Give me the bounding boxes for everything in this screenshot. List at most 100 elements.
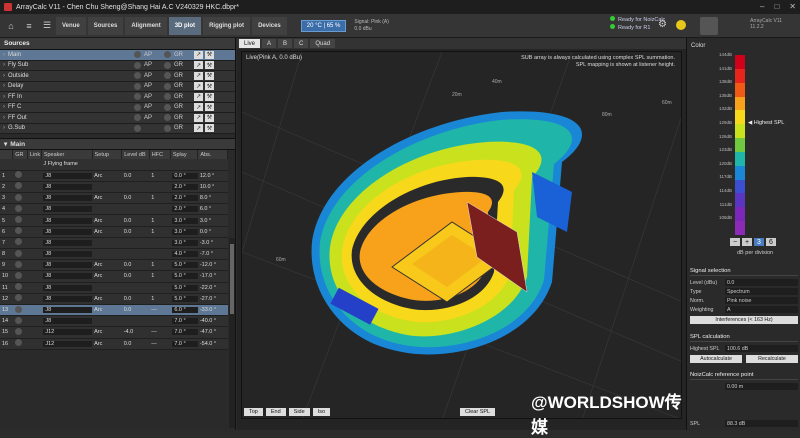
level-cell[interactable]: 0.0 <box>121 270 150 283</box>
temperature-field[interactable]: 20 °C | 65 % <box>300 19 347 32</box>
link-toggle[interactable] <box>27 248 42 261</box>
mute-toggle[interactable] <box>134 51 141 59</box>
group-toggle[interactable] <box>164 82 171 90</box>
group-toggle[interactable] <box>164 114 171 122</box>
table-row[interactable]: 10 J8 Arc 0.0 1 5.0 ° -17.0 ° <box>0 270 228 283</box>
level-cell[interactable] <box>121 248 150 261</box>
hfc-cell[interactable]: — <box>149 304 171 317</box>
mute-toggle[interactable] <box>134 72 141 80</box>
table-row[interactable]: 4 J8 2.0 ° 6.0 ° <box>0 203 228 216</box>
level-cell[interactable] <box>121 237 150 250</box>
table-row[interactable]: 8 J8 4.0 ° -7.0 ° <box>0 248 228 261</box>
speaker-cell[interactable]: J8 <box>41 181 93 194</box>
splay-cell[interactable]: 5.0 ° <box>170 293 198 305</box>
level-cell[interactable] <box>121 181 150 194</box>
table-row[interactable]: 13 J8 Arc 0.0 — 6.0 ° -33.0 ° <box>0 304 228 317</box>
view-button-end[interactable]: End <box>265 407 286 416</box>
splay-cell[interactable]: 2.0 ° <box>170 181 198 194</box>
tab-rigging-plot[interactable]: Rigging plot <box>203 16 251 35</box>
speaker-cell[interactable]: J12 <box>41 338 93 350</box>
table-row-frame[interactable]: J Flying frame <box>0 159 228 171</box>
tools-icon[interactable]: ⚒ <box>205 124 214 133</box>
speaker-cell[interactable]: J12 <box>41 326 93 339</box>
level-cell[interactable] <box>121 203 150 216</box>
link-toggle[interactable] <box>27 304 42 317</box>
link-toggle[interactable] <box>27 192 42 205</box>
table-row[interactable]: 15 J12 Arc -4.0 — 7.0 ° -47.0 ° <box>0 326 228 339</box>
link-icon[interactable]: ↗ <box>194 82 203 91</box>
setup-cell[interactable]: Arc <box>92 214 122 227</box>
view-button-iso[interactable]: Iso <box>312 407 331 416</box>
maximize-button[interactable]: □ <box>774 2 779 11</box>
setup-cell[interactable]: Arc <box>92 170 122 182</box>
splay-cell[interactable]: 7.0 ° <box>170 315 198 328</box>
mute-toggle[interactable] <box>134 82 141 90</box>
table-row[interactable]: 14 J8 7.0 ° -40.0 ° <box>0 315 228 328</box>
splay-cell[interactable]: 2.0 ° <box>170 192 198 205</box>
table-scrollbar[interactable] <box>229 238 235 428</box>
link-toggle[interactable] <box>27 203 42 216</box>
db-per-div-6[interactable]: 6 <box>766 238 776 246</box>
group-toggle[interactable] <box>164 103 171 111</box>
group-toggle[interactable] <box>164 51 171 59</box>
table-row[interactable]: 16 J12 Arc 0.0 — 7.0 ° -54.0 ° <box>0 338 228 350</box>
speaker-cell[interactable]: J8 <box>41 304 93 317</box>
link-toggle[interactable] <box>27 315 42 328</box>
tools-icon[interactable]: ⚒ <box>205 92 214 101</box>
level-cell[interactable]: 0.0 <box>121 293 150 305</box>
gr-toggle[interactable] <box>12 338 28 350</box>
expand-icon[interactable]: › <box>0 83 8 89</box>
tab-devices[interactable]: Devices <box>252 16 287 35</box>
hfc-cell[interactable] <box>149 282 171 294</box>
tools-icon[interactable]: ⚒ <box>205 82 214 91</box>
gr-toggle[interactable] <box>12 293 28 305</box>
x-input[interactable]: 0.00 m <box>725 383 798 390</box>
gr-toggle[interactable] <box>12 315 28 328</box>
close-button[interactable]: ✕ <box>789 2 796 11</box>
setup-cell[interactable]: Arc <box>92 192 122 205</box>
gr-toggle[interactable] <box>12 192 28 205</box>
speaker-cell[interactable]: J8 <box>41 259 93 272</box>
view-tab-live[interactable]: Live <box>239 39 261 48</box>
splay-cell[interactable]: 3.0 ° <box>170 226 198 238</box>
setup-cell[interactable]: Arc <box>92 326 122 339</box>
hfc-cell[interactable] <box>149 315 171 328</box>
table-row[interactable]: 1 J8 Arc 0.0 1 0.0 ° 12.0 ° <box>0 170 228 182</box>
list-icon[interactable]: ☰ <box>40 19 54 33</box>
speaker-cell[interactable]: J8 <box>41 315 93 328</box>
tab-alignment[interactable]: Alignment <box>125 16 167 35</box>
setup-cell[interactable] <box>92 248 122 261</box>
gear-icon[interactable]: ⚙ <box>658 19 667 30</box>
splay-cell[interactable]: 7.0 ° <box>170 338 198 350</box>
hfc-cell[interactable]: 1 <box>149 192 171 205</box>
speaker-cell[interactable]: J8 <box>41 237 93 250</box>
gr-toggle[interactable] <box>12 270 28 283</box>
splay-cell[interactable]: 3.0 ° <box>170 237 198 250</box>
setup-cell[interactable]: Arc <box>92 338 122 350</box>
link-icon[interactable]: ↗ <box>194 50 203 59</box>
setup-cell[interactable] <box>92 237 122 250</box>
hfc-cell[interactable]: — <box>149 338 171 350</box>
source-row[interactable]: › FF C AP GR ↗ ⚒ <box>0 102 235 113</box>
level-cell[interactable]: 0.0 <box>121 338 150 350</box>
speaker-cell[interactable]: J8 <box>41 170 93 182</box>
link-toggle[interactable] <box>27 226 42 238</box>
table-row[interactable]: 9 J8 Arc 0.0 1 5.0 ° -12.0 ° <box>0 259 228 272</box>
increase-button[interactable]: + <box>742 238 752 246</box>
link-toggle[interactable] <box>27 181 42 194</box>
group-toggle[interactable] <box>164 93 171 101</box>
gr-toggle[interactable] <box>12 181 28 194</box>
home-icon[interactable]: ⌂ <box>4 19 18 33</box>
source-row[interactable]: › Main AP GR ↗ ⚒ <box>0 50 235 61</box>
splay-cell[interactable]: 7.0 ° <box>170 326 198 339</box>
gr-toggle[interactable] <box>12 248 28 261</box>
source-row[interactable]: › G.Sub GR ↗ ⚒ <box>0 123 235 134</box>
link-icon[interactable]: ↗ <box>194 71 203 80</box>
hfc-cell[interactable]: 1 <box>149 226 171 238</box>
source-row[interactable]: › Fly Sub AP GR ↗ ⚒ <box>0 60 235 71</box>
table-row[interactable]: 3 J8 Arc 0.0 1 2.0 ° 8.0 ° <box>0 192 228 205</box>
expand-icon[interactable]: › <box>0 52 8 58</box>
collapse-icon[interactable]: ▾ <box>4 140 7 148</box>
gr-toggle[interactable] <box>12 304 28 317</box>
mute-toggle[interactable] <box>134 93 141 101</box>
